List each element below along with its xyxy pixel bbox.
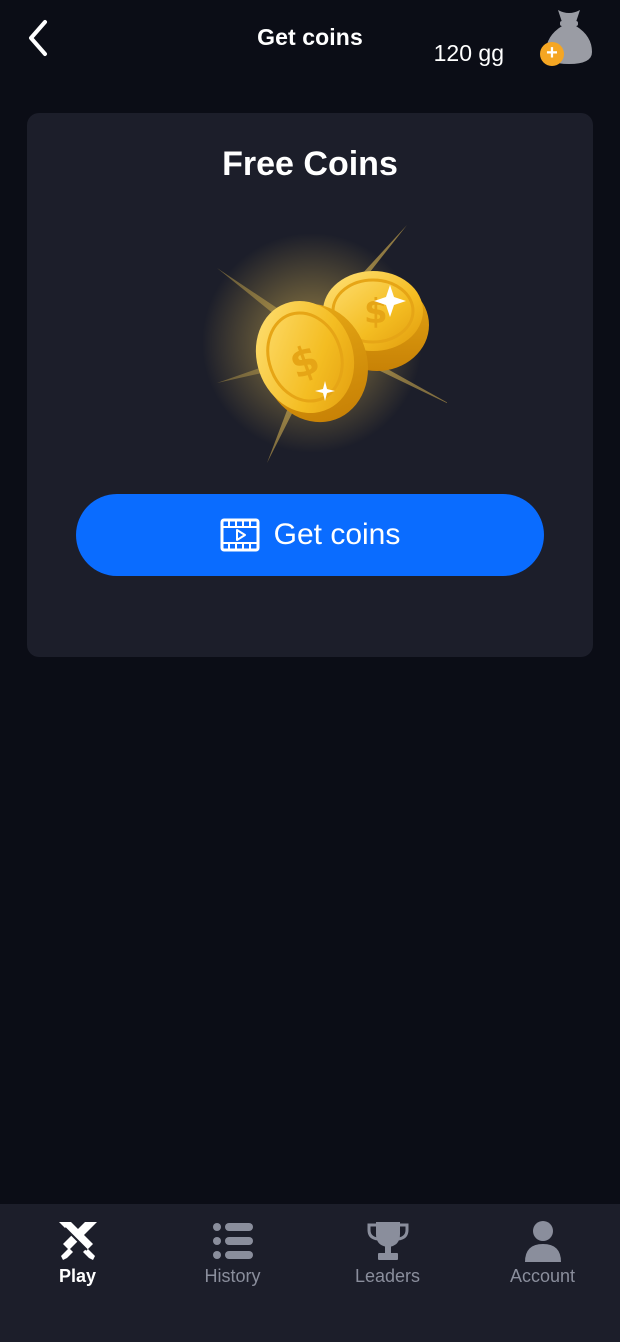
- get-coins-label: Get coins: [273, 518, 401, 551]
- list-icon: [213, 1223, 253, 1259]
- video-icon: [220, 518, 260, 552]
- nav-item-leaders[interactable]: Leaders: [310, 1204, 465, 1342]
- coin-balance[interactable]: 120 gg +: [434, 4, 596, 74]
- card-title: Free Coins: [222, 145, 398, 183]
- bottom-nav: Play History Leaders Account: [0, 1204, 620, 1342]
- nav-label-history: History: [204, 1266, 261, 1286]
- nav-label-leaders: Leaders: [354, 1266, 421, 1286]
- nav-item-play[interactable]: Play: [0, 1204, 155, 1342]
- plus-icon[interactable]: +: [540, 42, 564, 66]
- nav-item-account[interactable]: Account: [465, 1204, 620, 1342]
- nav-item-history[interactable]: History: [155, 1204, 310, 1342]
- gold-coins-icon: $ $: [202, 225, 447, 463]
- swords-icon: [59, 1222, 97, 1260]
- trophy-icon: [367, 1222, 409, 1260]
- nav-label-account: Account: [509, 1266, 576, 1286]
- free-coins-card: Free Coins $ $ Get coins: [27, 113, 593, 657]
- top-bar: Get coins 120 gg +: [0, 0, 620, 80]
- person-icon: [525, 1221, 561, 1262]
- get-coins-button[interactable]: Get coins: [76, 494, 544, 576]
- balance-text: 120 gg: [433, 40, 504, 66]
- nav-label-play: Play: [58, 1266, 97, 1286]
